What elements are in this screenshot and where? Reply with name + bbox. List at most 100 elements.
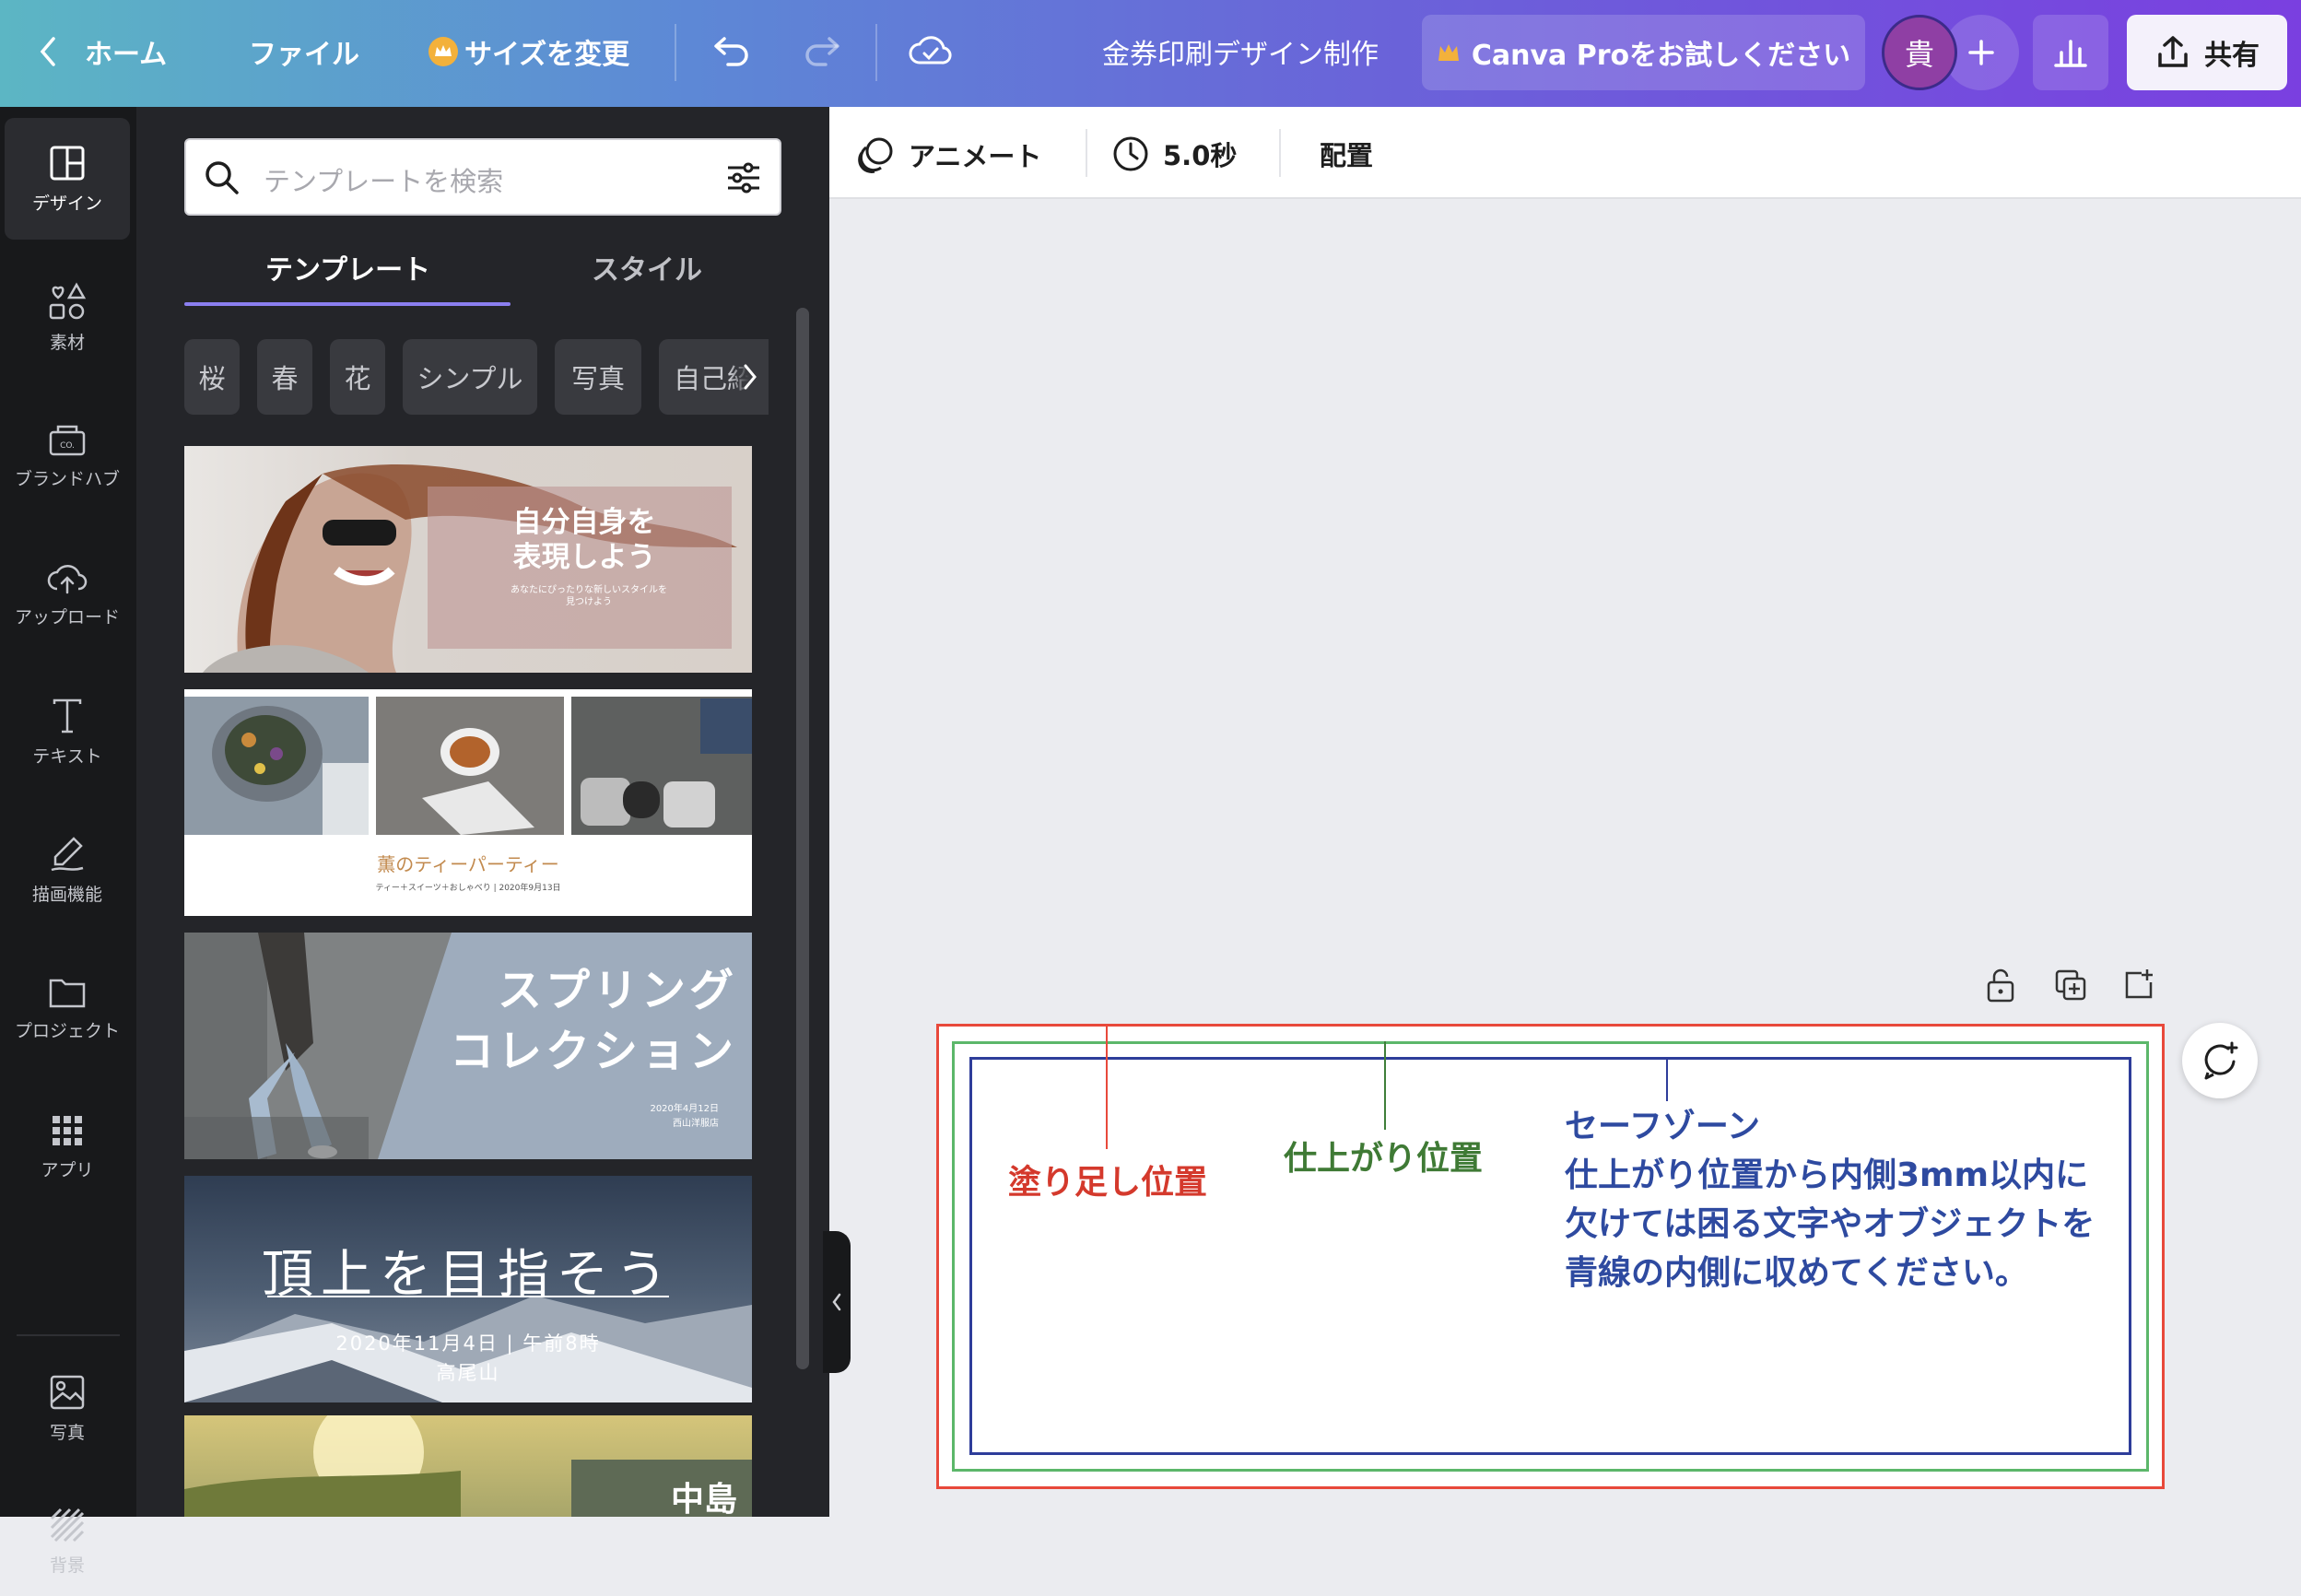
- arrange-button[interactable]: 配置: [1320, 135, 1373, 173]
- animate-button[interactable]: アニメート: [855, 135, 1041, 175]
- file-menu[interactable]: ファイル: [249, 31, 359, 72]
- pro-trial-label: Canva Proをお試しください: [1471, 40, 1851, 72]
- collapse-panel-button[interactable]: [823, 1231, 851, 1373]
- template-title: 中島: [670, 1481, 737, 1517]
- template-card[interactable]: 中島: [184, 1415, 752, 1517]
- comment-add-icon: [2204, 1041, 2238, 1080]
- rail-item-upload[interactable]: アップロード: [5, 533, 130, 654]
- chips-scroll-right-button[interactable]: [730, 339, 769, 415]
- image-icon: [50, 1375, 85, 1409]
- search-input[interactable]: テンプレートを検索: [264, 160, 503, 199]
- filter-chip[interactable]: 写真: [555, 339, 641, 415]
- resize-button[interactable]: サイズを変更: [428, 31, 629, 72]
- template-card[interactable]: スプリング コレクション 2020年4月12日 西山洋服店: [184, 933, 752, 1159]
- template-card[interactable]: 薫のティーパーティー ティー＋スイーツ＋おしゃべり | 2020年9月13日: [184, 689, 752, 916]
- rail-item-design[interactable]: デザイン: [5, 118, 130, 240]
- draw-icon: [51, 836, 84, 871]
- save-status-button[interactable]: [909, 31, 953, 68]
- template-title-line: 自分自身を: [512, 506, 656, 539]
- avatar[interactable]: 貴: [1882, 15, 1957, 90]
- duration-label: 5.0秒: [1163, 140, 1238, 171]
- undo-button[interactable]: [711, 33, 752, 66]
- safe-leader-line: [1666, 1057, 1668, 1101]
- safe-zone-line: 欠けては困る文字やオブジェクトを: [1565, 1205, 2096, 1243]
- rail-label: プロジェクト: [14, 1020, 120, 1041]
- folder-icon: [49, 979, 86, 1007]
- template-title-line: スプリング: [497, 965, 737, 1016]
- rail-label: 写真: [49, 1422, 85, 1443]
- brand-kit-icon: CO.: [49, 425, 86, 455]
- rail-item-apps[interactable]: アプリ: [5, 1086, 130, 1207]
- background-pattern-icon: [50, 1508, 85, 1542]
- filter-chip[interactable]: シンプル: [403, 339, 537, 415]
- arrange-label: 配置: [1320, 140, 1374, 171]
- template-card[interactable]: 自分自身を 表現しよう あなたにぴったりな新しいスタイルを見つけよう: [184, 446, 752, 673]
- rail-item-brand[interactable]: CO. ブランドハブ: [5, 394, 130, 516]
- safe-zone-note: セーフゾーン 仕上がり位置から内側3mm以内に 欠けては困る文字やオブジェクトを…: [1565, 1102, 2095, 1297]
- document-title-text: 金券印刷デザイン制作: [1102, 39, 1379, 71]
- shapes-icon: [49, 281, 87, 319]
- rail-label: アップロード: [14, 606, 120, 628]
- add-page-button[interactable]: [2121, 968, 2156, 1006]
- template-subtitle: 高尾山: [436, 1362, 500, 1384]
- duplicate-page-button[interactable]: [2053, 968, 2088, 1006]
- template-subtitle: 2020年11月4日 | 午前8時: [335, 1332, 601, 1355]
- document-title[interactable]: 金券印刷デザイン制作: [1102, 31, 1379, 72]
- rail-label: 背景: [49, 1555, 85, 1576]
- insights-button[interactable]: [2033, 15, 2108, 90]
- upload-share-icon: [2158, 36, 2188, 67]
- filter-chip[interactable]: 花: [330, 339, 385, 415]
- text-icon: [53, 698, 82, 733]
- active-tab-indicator: [184, 302, 511, 306]
- bar-chart-icon: [2054, 40, 2087, 67]
- rail-label: ブランドハブ: [14, 468, 120, 489]
- filter-chip[interactable]: 桜: [184, 339, 240, 415]
- rail-item-elements[interactable]: 素材: [5, 256, 130, 378]
- redo-button[interactable]: [802, 33, 842, 66]
- file-label: ファイル: [249, 39, 359, 71]
- duration-button[interactable]: 5.0秒: [1111, 135, 1237, 173]
- rail-item-photos[interactable]: 写真: [5, 1347, 130, 1469]
- plus-icon: [1968, 40, 1994, 65]
- lock-icon: [1987, 968, 2014, 1003]
- crown-icon: [1438, 44, 1459, 61]
- pro-trial-button[interactable]: Canva Proをお試しください: [1422, 15, 1865, 90]
- animate-label: アニメート: [909, 141, 1042, 172]
- divider: [1086, 129, 1087, 177]
- undo-icon: [714, 37, 748, 66]
- template-rule: [267, 1296, 669, 1297]
- safe-zone-line: 仕上がり位置から内側3mm以内に: [1565, 1156, 2089, 1194]
- rail-item-draw[interactable]: 描画機能: [5, 809, 130, 931]
- rail-label: アプリ: [41, 1159, 94, 1180]
- template-card[interactable]: 頂上を目指そう 2020年11月4日 | 午前8時 高尾山: [184, 1176, 752, 1402]
- filter-chip[interactable]: 春: [257, 339, 312, 415]
- rail-label: デザイン: [31, 193, 102, 214]
- rail-item-text[interactable]: テキスト: [5, 671, 130, 792]
- add-page-icon: [2125, 969, 2153, 999]
- add-comment-button[interactable]: [2182, 1023, 2258, 1098]
- grid-apps-icon: [53, 1115, 82, 1145]
- divider: [675, 24, 676, 81]
- tab-styles[interactable]: スタイル: [592, 247, 702, 288]
- chevron-right-icon: [744, 364, 757, 390]
- crown-icon: [429, 37, 458, 66]
- rail-label: 描画機能: [31, 884, 102, 905]
- rail-item-projects[interactable]: プロジェクト: [5, 947, 130, 1069]
- panel-scrollbar[interactable]: [796, 308, 809, 1369]
- divider: [875, 24, 877, 81]
- redo-icon: [805, 37, 839, 66]
- template-title: スプリング コレクション: [433, 960, 737, 1082]
- rail-item-background[interactable]: 背景: [5, 1485, 130, 1596]
- share-button[interactable]: 共有: [2127, 15, 2287, 90]
- template-title-line: 表現しよう: [512, 541, 656, 574]
- template-date: 2020年4月12日: [650, 1104, 719, 1114]
- lock-page-button[interactable]: [1985, 968, 2016, 1008]
- left-rail: デザイン 素材 CO. ブランドハブ アップロード テキスト 描画機能 プロジェ…: [0, 107, 136, 1576]
- avatar-initial: 貴: [1904, 37, 1934, 72]
- home-button[interactable]: ホーム: [37, 31, 167, 72]
- svg-text:CO.: CO.: [60, 441, 75, 451]
- search-icon: [205, 161, 239, 194]
- filter-sliders-icon[interactable]: [724, 158, 763, 197]
- layout-icon: [50, 146, 85, 180]
- tab-templates[interactable]: テンプレート: [265, 247, 430, 288]
